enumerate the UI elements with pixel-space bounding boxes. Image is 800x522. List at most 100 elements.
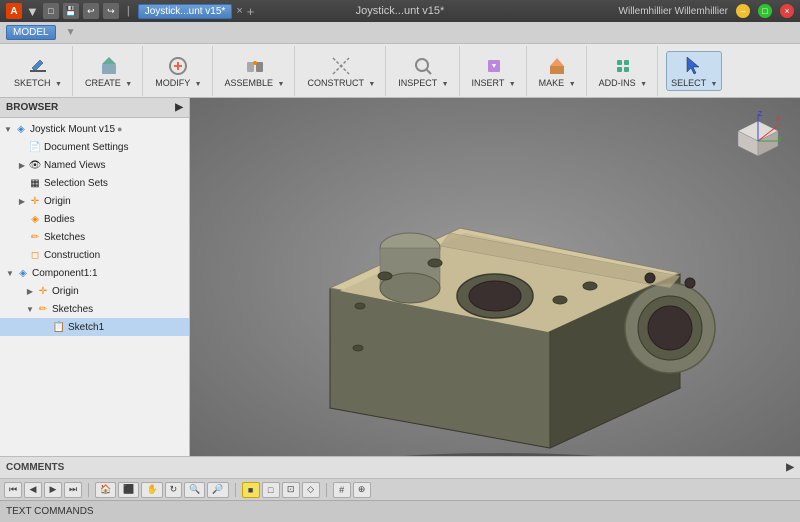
nav-last-button[interactable]: ⏭	[64, 482, 82, 498]
status-text: TEXT COMMANDS	[6, 506, 94, 517]
nav-prev-button[interactable]: ◀	[24, 482, 42, 498]
window-maximize-button[interactable]: □	[758, 4, 772, 18]
tool-group-inspect: INSPECT ▼	[388, 46, 459, 96]
assemble-button[interactable]: ASSEMBLE ▼	[221, 52, 289, 90]
tool-group-sketch: SKETCH ▼	[4, 46, 73, 96]
tree-arrow-views: ▶	[16, 161, 28, 170]
titlebar-right: Willemhillier Willemhillier – □ ×	[619, 4, 794, 18]
create-icon	[97, 54, 121, 78]
modify-button[interactable]: MODIFY ▼	[151, 52, 205, 90]
viewport[interactable]: X Y Z	[190, 98, 800, 456]
tree-icon-origin: ✛	[28, 194, 42, 208]
tree-item-origin[interactable]: ▶ ✛ Origin	[0, 192, 189, 210]
tool-group-addins: ADD-INS ▼	[589, 46, 658, 96]
comments-title: COMMENTS	[6, 462, 64, 473]
tree-item-bodies[interactable]: ▶ ◈ Bodies	[0, 210, 189, 228]
save-icon[interactable]: 💾	[63, 3, 79, 19]
tool-group-make: MAKE ▼	[529, 46, 587, 96]
snap-toggle-button[interactable]: ⊕	[353, 482, 371, 498]
tree-item-c-sketches[interactable]: ▼ ✏ Sketches	[0, 300, 189, 318]
bottom-area: ⏮ ◀ ▶ ⏭ 🏠 ⬛ ✋ ↻ 🔍 🔎 ■ □ ⊡ ◇ # ⊕ TEXT COM…	[0, 478, 800, 522]
tree-arrow-component: ▼	[4, 269, 16, 278]
titlebar-left: A ▼ □ 💾 ↩ ↪ | Joystick...unt v15* × +	[6, 3, 254, 19]
sketch-icon	[26, 54, 50, 78]
browser-expand-icon[interactable]: ▶	[175, 102, 183, 113]
make-button[interactable]: MAKE ▼	[535, 52, 580, 90]
new-tab-icon[interactable]: +	[247, 4, 255, 19]
select-icon	[682, 54, 706, 78]
sidebar: BROWSER ▶ ▼ ◈ Joystick Mount v15 ● ▶ 📄 D…	[0, 98, 190, 456]
select-button[interactable]: SELECT ▼	[666, 51, 722, 91]
tree-item-c-origin[interactable]: ▶ ✛ Origin	[0, 282, 189, 300]
window-minimize-button[interactable]: –	[736, 4, 750, 18]
tree-icon-doc: 📄	[28, 140, 42, 154]
display-hidden-button[interactable]: ⊡	[282, 482, 300, 498]
construct-label: CONSTRUCT ▼	[307, 78, 375, 88]
app-menu-icon[interactable]: ▼	[26, 4, 39, 19]
window-close-button[interactable]: ×	[780, 4, 794, 18]
view-zoomfit-button[interactable]: 🔎	[207, 482, 228, 498]
browser-header: BROWSER ▶	[0, 98, 189, 118]
make-icon	[545, 54, 569, 78]
tree-arrow-c-sketches: ▼	[24, 305, 36, 314]
view-fit-button[interactable]: ⬛	[118, 482, 139, 498]
display-perspective-button[interactable]: ◇	[302, 482, 320, 498]
insert-button[interactable]: INSERT ▼	[468, 52, 520, 90]
display-wireframe-button[interactable]: □	[262, 482, 280, 498]
tool-group-select: SELECT ▼	[660, 46, 728, 96]
close-tab-icon[interactable]: ×	[236, 5, 242, 17]
tree-icon-c-origin: ✛	[36, 284, 50, 298]
new-icon[interactable]: □	[43, 3, 59, 19]
tree-label-c-origin: Origin	[52, 286, 79, 297]
tree-icon-views: 👁	[28, 158, 42, 172]
tree-label-sketches: Sketches	[44, 232, 85, 243]
titlebar-title: Joystick...unt v15*	[356, 5, 445, 17]
tree-item-root[interactable]: ▼ ◈ Joystick Mount v15 ●	[0, 120, 189, 138]
sketch-label: SKETCH ▼	[14, 78, 62, 88]
tree-label-sel: Selection Sets	[44, 178, 108, 189]
view-zoom-button[interactable]: 🔍	[184, 482, 205, 498]
toolbar-main: SKETCH ▼ CREATE ▼ MODIFY ▼	[0, 44, 800, 97]
tree-icon-construction: ◻	[28, 248, 42, 262]
view-home-button[interactable]: 🏠	[95, 482, 116, 498]
select-label: SELECT ▼	[671, 78, 717, 88]
inspect-icon	[411, 54, 435, 78]
tab-joystick-mount[interactable]: Joystick...unt v15*	[138, 4, 233, 19]
viewcube[interactable]: X Y Z	[728, 106, 788, 166]
nav-next-button[interactable]: ▶	[44, 482, 62, 498]
browser-content: ▼ ◈ Joystick Mount v15 ● ▶ 📄 Document Se…	[0, 118, 189, 456]
toolbar-top: MODEL ▼	[0, 22, 800, 44]
addins-button[interactable]: ADD-INS ▼	[595, 52, 651, 90]
svg-text:Z: Z	[758, 111, 763, 118]
tree-item-component[interactable]: ▼ ◈ Component1:1	[0, 264, 189, 282]
view-pan-button[interactable]: ✋	[141, 482, 162, 498]
inspect-button[interactable]: INSPECT ▼	[394, 52, 452, 90]
model-mode-button[interactable]: MODEL	[6, 25, 56, 40]
view-orbit-button[interactable]: ↻	[165, 482, 183, 498]
tree-item-named-views[interactable]: ▶ 👁 Named Views	[0, 156, 189, 174]
insert-icon	[482, 54, 506, 78]
grid-toggle-button[interactable]: #	[333, 482, 351, 498]
tree-label-c-sketches: Sketches	[52, 304, 93, 315]
sketch-button[interactable]: SKETCH ▼	[10, 52, 66, 90]
create-label: CREATE ▼	[85, 78, 132, 88]
redo-icon[interactable]: ↪	[103, 3, 119, 19]
divider-3	[326, 483, 327, 497]
tree-item-doc-settings[interactable]: ▶ 📄 Document Settings	[0, 138, 189, 156]
tree-label-bodies: Bodies	[44, 214, 75, 225]
create-button[interactable]: CREATE ▼	[81, 52, 136, 90]
tool-group-modify: MODIFY ▼	[145, 46, 212, 96]
construct-button[interactable]: CONSTRUCT ▼	[303, 52, 379, 90]
tree-item-sketches[interactable]: ▶ ✏ Sketches	[0, 228, 189, 246]
tree-item-construction[interactable]: ▶ ◻ Construction	[0, 246, 189, 264]
main-area: BROWSER ▶ ▼ ◈ Joystick Mount v15 ● ▶ 📄 D…	[0, 98, 800, 456]
tree-item-selection-sets[interactable]: ▶ ▦ Selection Sets	[0, 174, 189, 192]
nav-first-button[interactable]: ⏮	[4, 482, 22, 498]
3d-model	[250, 118, 750, 456]
undo-icon[interactable]: ↩	[83, 3, 99, 19]
tree-icon-sketch1: 📋	[52, 320, 66, 334]
assemble-label: ASSEMBLE ▼	[225, 78, 285, 88]
tree-item-sketch1[interactable]: ▶ 📋 Sketch1	[0, 318, 189, 336]
display-shaded-button[interactable]: ■	[242, 482, 260, 498]
comments-expand-icon[interactable]: ▶	[786, 462, 794, 473]
